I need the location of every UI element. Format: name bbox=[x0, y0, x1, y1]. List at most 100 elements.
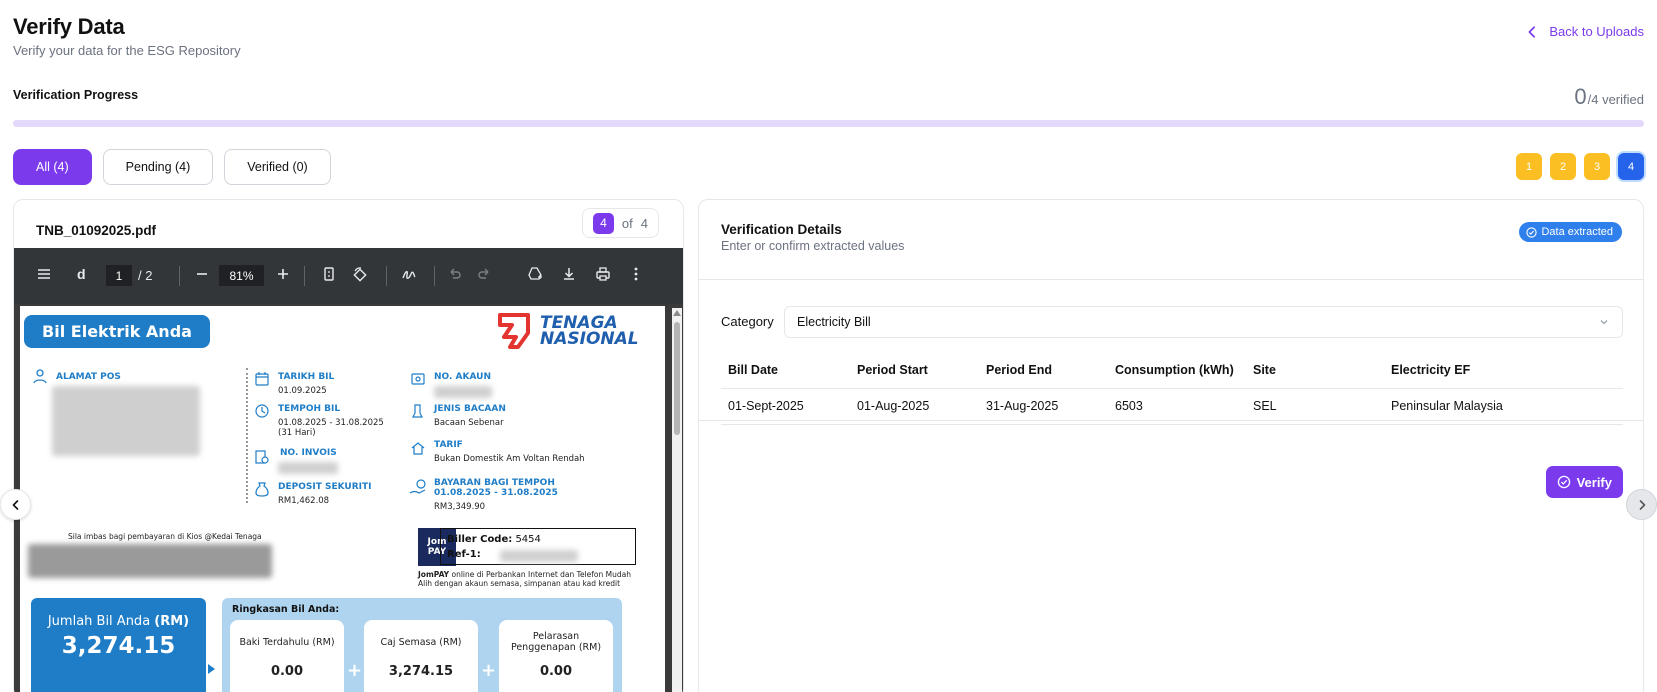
verification-subtitle: Enter or confirm extracted values bbox=[721, 239, 905, 253]
toolbar-divider bbox=[434, 266, 435, 286]
account-icon bbox=[411, 373, 425, 385]
cell-electricity-ef[interactable]: Peninsular Malaysia bbox=[1384, 388, 1623, 425]
table-divider bbox=[699, 420, 1643, 421]
document-total: 4 bbox=[640, 215, 648, 231]
total-amount-title: Jumlah Bil Anda (RM) bbox=[31, 614, 206, 629]
tenaga-logo: TENAGA NASIONAL bbox=[494, 311, 639, 351]
house-icon bbox=[411, 442, 425, 455]
cell-consumption[interactable]: 6503 bbox=[1108, 388, 1246, 425]
verification-title: Verification Details bbox=[721, 222, 842, 237]
cell-site[interactable]: SEL bbox=[1246, 388, 1384, 425]
deposit-label: DEPOSIT SEKURITI bbox=[278, 482, 372, 492]
total-amount-box: Jumlah Bil Anda (RM) 3,274.15 bbox=[31, 598, 206, 692]
cell-period-end[interactable]: 31-Aug-2025 bbox=[979, 388, 1108, 425]
toolbar-divider bbox=[179, 266, 180, 286]
verified-count: 0 bbox=[1574, 84, 1587, 109]
jompay-note: JomPAY online di Perbankan Internet dan … bbox=[418, 570, 631, 588]
total-amount-unit: (RM) bbox=[154, 614, 190, 629]
chevron-right-icon bbox=[1639, 499, 1645, 510]
scroll-thumb[interactable] bbox=[674, 322, 680, 435]
redo-icon[interactable] bbox=[477, 266, 493, 282]
tarif-label: TARIF bbox=[434, 440, 463, 450]
tarif-value: Bukan Domestik Am Voltan Rendah bbox=[434, 454, 585, 464]
bill-summary: Ringkasan Bil Anda: Baki Terdahulu (RM) … bbox=[222, 598, 622, 692]
download-icon[interactable] bbox=[561, 266, 577, 282]
tempoh-label: TEMPOH BIL bbox=[278, 404, 341, 414]
table-header-row: Bill Date Period Start Period End Consum… bbox=[721, 352, 1623, 389]
total-amount-value: 3,274.15 bbox=[61, 633, 176, 659]
page-subtitle: Verify your data for the ESG Repository bbox=[13, 43, 241, 58]
bayaran-value: RM3,349.90 bbox=[434, 502, 486, 512]
progress-label: Verification Progress bbox=[13, 88, 139, 102]
chevron-down-icon bbox=[1600, 320, 1608, 325]
next-document-button[interactable] bbox=[1626, 489, 1657, 520]
pdf-scrollbar[interactable] bbox=[672, 308, 682, 692]
cell-bill-date[interactable]: 01-Sept-2025 bbox=[721, 388, 850, 425]
filter-all-button[interactable]: All (4) bbox=[13, 149, 92, 185]
rounding-value: 0.00 bbox=[539, 664, 573, 679]
verify-label: Verify bbox=[1576, 474, 1612, 490]
plus-icon: + bbox=[347, 660, 363, 681]
biller-code-row: Biller Code: 5454 bbox=[447, 532, 629, 547]
column-site: Site bbox=[1246, 352, 1384, 389]
header-divider bbox=[699, 279, 1643, 280]
category-select[interactable]: Electricity Bill bbox=[784, 306, 1623, 338]
draw-icon[interactable] bbox=[401, 266, 417, 282]
page-title: Verify Data bbox=[13, 14, 125, 39]
arrow-right-icon bbox=[208, 664, 215, 674]
undo-icon[interactable] bbox=[446, 266, 462, 282]
verify-button[interactable]: Verify bbox=[1545, 466, 1623, 498]
bill-title: Bil Elektrik Anda bbox=[24, 315, 210, 348]
ref-label: Ref-1: bbox=[447, 549, 481, 560]
bacaan-label: JENIS BACAAN bbox=[434, 404, 506, 414]
cell-period-start[interactable]: 01-Aug-2025 bbox=[850, 388, 979, 425]
invois-label: NO. INVOIS bbox=[280, 448, 337, 458]
summary-previous-balance: Baki Terdahulu (RM) 0.00 bbox=[230, 620, 344, 692]
more-options-icon[interactable] bbox=[628, 266, 644, 282]
filter-tabs: All (4) Pending (4) Verified (0) bbox=[13, 149, 331, 185]
zoom-in-icon[interactable] bbox=[275, 266, 291, 282]
person-icon bbox=[33, 369, 47, 384]
zoom-input[interactable]: 81% bbox=[219, 265, 264, 286]
page-total: / 2 bbox=[138, 268, 153, 283]
verified-total: /4 verified bbox=[1587, 92, 1644, 107]
fit-page-icon[interactable] bbox=[321, 266, 337, 282]
verification-panel: Verification Details Enter or confirm ex… bbox=[698, 199, 1644, 692]
tenaga-wordmark: TENAGA NASIONAL bbox=[540, 315, 639, 349]
drive-save-icon[interactable] bbox=[527, 266, 543, 282]
redacted-address bbox=[52, 386, 200, 456]
jompay-note-line-1: JomPAY online di Perbankan Internet dan … bbox=[418, 570, 631, 579]
back-to-uploads-link[interactable]: Back to Uploads bbox=[1525, 24, 1644, 39]
column-bill-date: Bill Date bbox=[721, 352, 850, 389]
brand-line-2: NASIONAL bbox=[540, 329, 639, 349]
category-label: Category bbox=[721, 314, 774, 329]
toolbar-divider bbox=[386, 266, 387, 286]
check-circle-icon bbox=[1557, 475, 1570, 489]
document-chip-4[interactable]: 4 bbox=[1618, 153, 1644, 180]
table-row: 01-Sept-2025 01-Aug-2025 31-Aug-2025 650… bbox=[721, 388, 1623, 425]
total-amount-label: Jumlah Bil Anda bbox=[47, 614, 151, 629]
previous-document-button[interactable] bbox=[0, 489, 31, 520]
rounding-label-1: Pelarasan bbox=[532, 631, 580, 642]
document-current: 4 bbox=[592, 212, 614, 234]
page-number-input[interactable]: 1 bbox=[106, 265, 132, 286]
redacted-ref bbox=[500, 550, 578, 562]
progress-count: 0 /4 verified bbox=[1574, 84, 1644, 110]
print-icon[interactable] bbox=[595, 266, 611, 282]
invoice-icon bbox=[255, 450, 269, 464]
zoom-out-icon[interactable] bbox=[194, 266, 210, 282]
document-chip-3[interactable]: 3 bbox=[1584, 153, 1610, 180]
document-of: of bbox=[621, 215, 633, 231]
bayaran-period: 01.08.2025 - 31.08.2025 bbox=[434, 488, 558, 498]
document-chip-1[interactable]: 1 bbox=[1516, 153, 1542, 180]
scroll-up-icon[interactable] bbox=[673, 310, 681, 316]
menu-icon[interactable] bbox=[36, 266, 52, 282]
clock-icon bbox=[255, 404, 269, 418]
filter-pending-button[interactable]: Pending (4) bbox=[102, 149, 214, 185]
back-label: Back to Uploads bbox=[1549, 24, 1644, 39]
rotate-icon[interactable] bbox=[352, 266, 368, 282]
document-chip-2[interactable]: 2 bbox=[1550, 153, 1576, 180]
filter-verified-button[interactable]: Verified (0) bbox=[224, 149, 331, 185]
pdf-toolbar: d 1 / 2 81% bbox=[14, 248, 683, 304]
document-initial: d bbox=[77, 266, 86, 282]
